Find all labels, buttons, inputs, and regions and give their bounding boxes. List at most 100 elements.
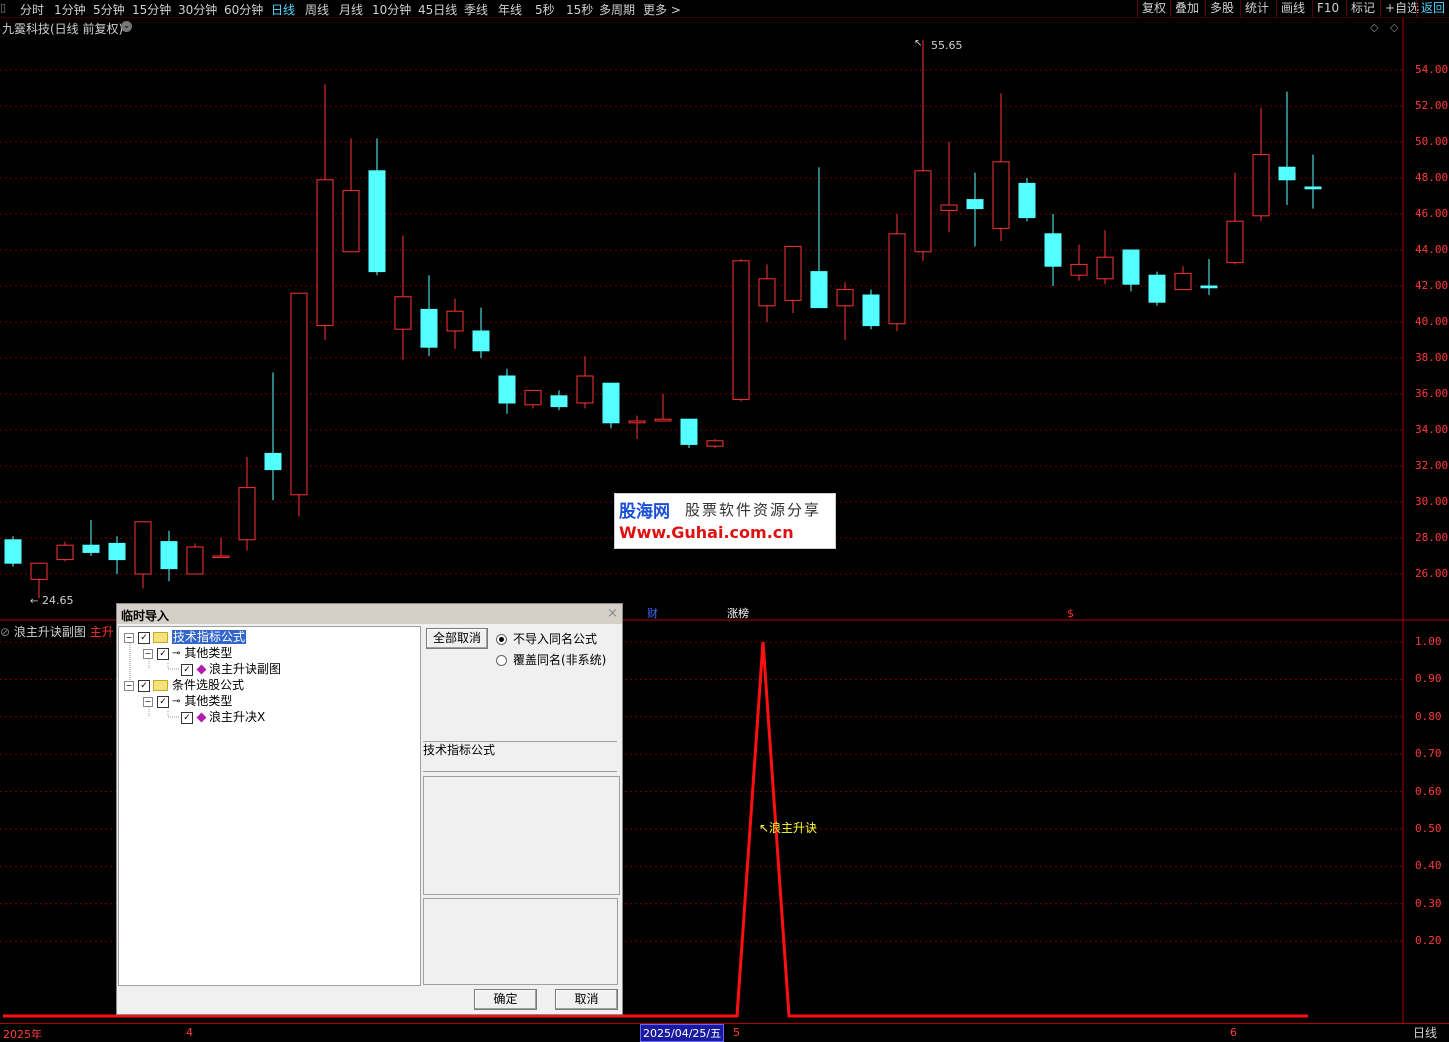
key-icon: ⊸ <box>172 696 181 707</box>
period-fenshi[interactable]: 分时 <box>20 1 44 18</box>
period-more[interactable]: 更多 > <box>643 1 681 18</box>
tree-node-formula-2[interactable]: ✓ 浪主升决X <box>177 710 265 725</box>
indicator-name[interactable]: 浪主升诀副图 <box>14 625 86 639</box>
collapse-icon[interactable]: − <box>143 648 153 659</box>
tree-node-formula-1[interactable]: ✓ 浪主升诀副图 <box>177 662 281 677</box>
period-45day[interactable]: 45日线 <box>418 1 457 18</box>
radio-icon[interactable] <box>496 655 507 666</box>
current-date-badge: 2025/04/25/五 <box>640 1024 725 1042</box>
candle <box>1018 178 1036 222</box>
candle <box>56 541 74 562</box>
info-panel-1 <box>423 776 620 895</box>
dialog-titlebar[interactable]: 临时导入 × <box>117 604 622 624</box>
price-tick-label: 54.00 <box>1415 63 1449 76</box>
candle-body <box>186 546 204 575</box>
tree-node-other-2[interactable]: − ✓ ⊸ 其他类型 <box>143 694 232 709</box>
dollar-marker[interactable]: $ <box>1067 607 1074 620</box>
checkbox[interactable]: ✓ <box>157 647 169 660</box>
candle-body <box>1226 220 1244 264</box>
candle <box>940 142 958 232</box>
close-icon[interactable]: × <box>607 606 618 621</box>
period-5sec[interactable]: 5秒 <box>535 1 555 18</box>
f10-button[interactable]: F10 <box>1312 0 1343 17</box>
period-mode-label[interactable]: 日线 <box>1413 1024 1437 1041</box>
candle-body <box>394 296 412 330</box>
candle <box>1122 249 1140 292</box>
radio-selected-icon[interactable] <box>496 634 507 645</box>
checkbox[interactable]: ✓ <box>138 679 150 692</box>
tree-label[interactable]: 其他类型 <box>184 694 232 708</box>
toolbar-edge: ▯ <box>0 1 7 14</box>
multi-stock-button[interactable]: 多股 <box>1205 0 1238 17</box>
tree-node-other-1[interactable]: − ✓ ⊸ 其他类型 <box>143 646 232 661</box>
price-tick-label: 50.00 <box>1415 135 1449 148</box>
candle-body <box>342 190 360 253</box>
draw-button[interactable]: 画线 <box>1276 0 1309 17</box>
candle <box>186 543 204 575</box>
collapse-icon[interactable]: − <box>124 680 134 691</box>
period-30min[interactable]: 30分钟 <box>178 1 217 18</box>
indicator-tick-label: 1.00 <box>1415 635 1442 648</box>
checkbox[interactable]: ✓ <box>138 631 150 644</box>
overlay-button[interactable]: 叠加 <box>1170 0 1203 17</box>
candle-body <box>108 542 126 561</box>
tree-label[interactable]: 条件选股公式 <box>172 678 244 692</box>
collapse-icon[interactable]: − <box>124 632 134 643</box>
period-multi[interactable]: 多周期 <box>599 1 635 18</box>
period-15sec[interactable]: 15秒 <box>566 1 593 18</box>
dialog-title: 临时导入 <box>121 609 170 623</box>
watermark: 股海网 股票软件资源分享 Www.Guhai.com.cn <box>614 493 836 549</box>
fuquan-button[interactable]: 复权 <box>1137 0 1170 17</box>
tree-label[interactable]: 其他类型 <box>184 646 232 660</box>
radio-overwrite[interactable]: 覆盖同名(非系统) <box>496 651 606 668</box>
cancel-button[interactable]: 取消 <box>555 989 618 1010</box>
period-5min[interactable]: 5分钟 <box>93 1 125 18</box>
date-label-may: 5 <box>733 1026 740 1039</box>
candle <box>160 530 178 582</box>
candle-body <box>1044 233 1062 267</box>
period-quarter[interactable]: 季线 <box>464 1 488 18</box>
candle-body <box>1018 182 1036 219</box>
candle <box>290 292 308 517</box>
tree-node-select[interactable]: − ✓ 条件选股公式 <box>124 678 244 693</box>
checkbox[interactable]: ✓ <box>181 711 193 724</box>
checkbox[interactable]: ✓ <box>181 663 193 676</box>
mark-button[interactable]: 标记 <box>1346 0 1379 17</box>
candle-body <box>238 487 256 541</box>
back-button[interactable]: 返回 <box>1416 0 1449 17</box>
collapse-icon[interactable]: − <box>143 696 153 707</box>
indicator-settings-icon[interactable]: ⊘ <box>0 625 10 639</box>
period-60min[interactable]: 60分钟 <box>224 1 263 18</box>
candle <box>342 138 360 253</box>
tree-label[interactable]: 浪主升决X <box>209 710 265 724</box>
period-weekly[interactable]: 周线 <box>305 1 329 18</box>
price-tick-label: 52.00 <box>1415 99 1449 112</box>
checkbox[interactable]: ✓ <box>157 695 169 708</box>
candle-body <box>134 521 152 575</box>
tree-node-tech[interactable]: − ✓ 技术指标公式 <box>124 630 247 645</box>
period-monthly[interactable]: 月线 <box>339 1 363 18</box>
period-1min[interactable]: 1分钟 <box>54 1 86 18</box>
candle <box>862 289 880 330</box>
tree-label[interactable]: 技术指标公式 <box>172 630 247 644</box>
limit-up-marker[interactable]: 涨榜 <box>727 606 749 620</box>
candle-body <box>862 294 880 327</box>
price-tick-label: 36.00 <box>1415 387 1449 400</box>
candle <box>836 282 854 340</box>
finance-marker[interactable]: 财 <box>647 606 658 620</box>
ok-button[interactable]: 确定 <box>474 989 537 1010</box>
clear-all-button[interactable]: 全部取消 <box>426 628 488 649</box>
period-15min[interactable]: 15分钟 <box>132 1 171 18</box>
period-yearly[interactable]: 年线 <box>498 1 522 18</box>
tree-label[interactable]: 浪主升诀副图 <box>209 662 281 676</box>
period-daily[interactable]: 日线 <box>271 1 295 18</box>
candle <box>1174 266 1192 291</box>
candle-body <box>472 330 490 352</box>
candle-body <box>524 389 542 406</box>
candle-body <box>628 420 646 424</box>
stats-button[interactable]: 统计 <box>1240 0 1273 17</box>
radio-keep[interactable]: 不导入同名公式 <box>496 630 597 647</box>
indicator-tick-label: 0.40 <box>1415 859 1442 873</box>
indicator-tick-label: 0.30 <box>1415 896 1442 910</box>
period-10min[interactable]: 10分钟 <box>372 1 411 18</box>
